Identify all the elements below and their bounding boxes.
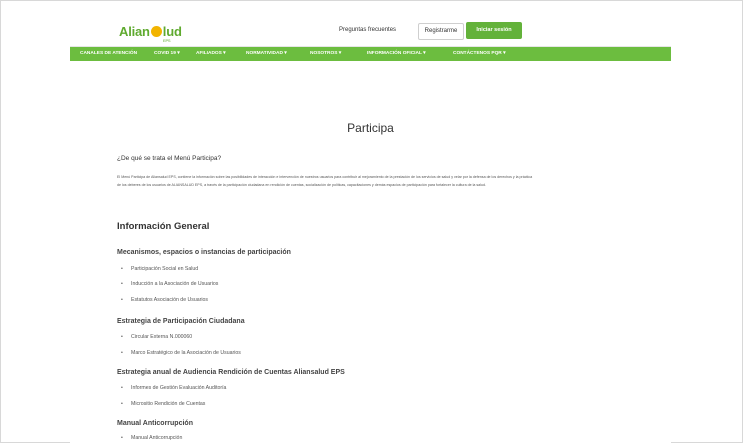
nav-item-nosotros[interactable]: NOSOTROS ▾ xyxy=(310,51,341,56)
nav-item-afiliados[interactable]: AFILIADOS ▾ xyxy=(196,51,226,56)
list-item[interactable]: • Manual Anticorrupción xyxy=(121,435,182,441)
logo-eps-label: EPS xyxy=(163,38,171,43)
list-item[interactable]: • Informes de Gestión Evaluación Auditorí… xyxy=(121,385,226,391)
logo-text-b: lud xyxy=(162,24,182,39)
nav-item-covid[interactable]: COVID 19 ▾ xyxy=(154,51,180,56)
section-question: ¿De qué se trata el Menú Participa? xyxy=(117,155,222,162)
nav-item-normatividad[interactable]: NORMATIVIDAD ▾ xyxy=(246,51,287,56)
list-item[interactable]: • Participación Social en Salud xyxy=(121,266,198,272)
general-info-heading: Información General xyxy=(117,221,210,232)
section-heading: Manual Anticorrupción xyxy=(117,420,193,427)
intro-paragraph: El Menú Participa de Aliansalud EPS, con… xyxy=(117,175,533,187)
faq-link[interactable]: Preguntas frecuentes xyxy=(339,27,396,33)
list-item[interactable]: • Estatutos Asociación de Usuarios xyxy=(121,297,208,303)
main-nav: CANALES DE ATENCIÓN COVID 19 ▾ AFILIADOS… xyxy=(70,47,671,61)
nav-item-contactenos[interactable]: CONTÁCTENOS PQR ▾ xyxy=(453,51,506,56)
page-title: Participa xyxy=(347,121,394,135)
section-heading: Mecanismos, espacios o instancias de par… xyxy=(117,249,291,256)
section-heading: Estrategia anual de Audiencia Rendición … xyxy=(117,369,345,376)
page-content: Participa ¿De qué se trata el Menú Parti… xyxy=(70,61,671,443)
logo-sun-icon xyxy=(150,26,162,37)
top-header: Alian lud EPS Preguntas frecuentes Regist… xyxy=(70,16,671,47)
list-item[interactable]: • Marco Estratégico de la Asociación de U… xyxy=(121,350,241,356)
nav-item-canales[interactable]: CANALES DE ATENCIÓN xyxy=(80,51,137,56)
aliansalud-logo[interactable]: Alian lud EPS xyxy=(119,24,182,43)
list-item[interactable]: • Inducción a la Asociación de Usuarios xyxy=(121,281,218,287)
nav-item-informacion-oficial[interactable]: INFORMACIÓN OFICIAL ▾ xyxy=(367,51,426,56)
login-button[interactable]: Iniciar sesión xyxy=(466,22,522,39)
register-button[interactable]: Registrarme xyxy=(418,23,464,40)
section-heading: Estrategia de Participación Ciudadana xyxy=(117,318,245,325)
list-item[interactable]: • Circular Externa N.000060 xyxy=(121,334,192,340)
logo-text-a: Alian xyxy=(119,24,150,39)
list-item[interactable]: • Micrositio Rendición de Cuentas xyxy=(121,401,205,407)
